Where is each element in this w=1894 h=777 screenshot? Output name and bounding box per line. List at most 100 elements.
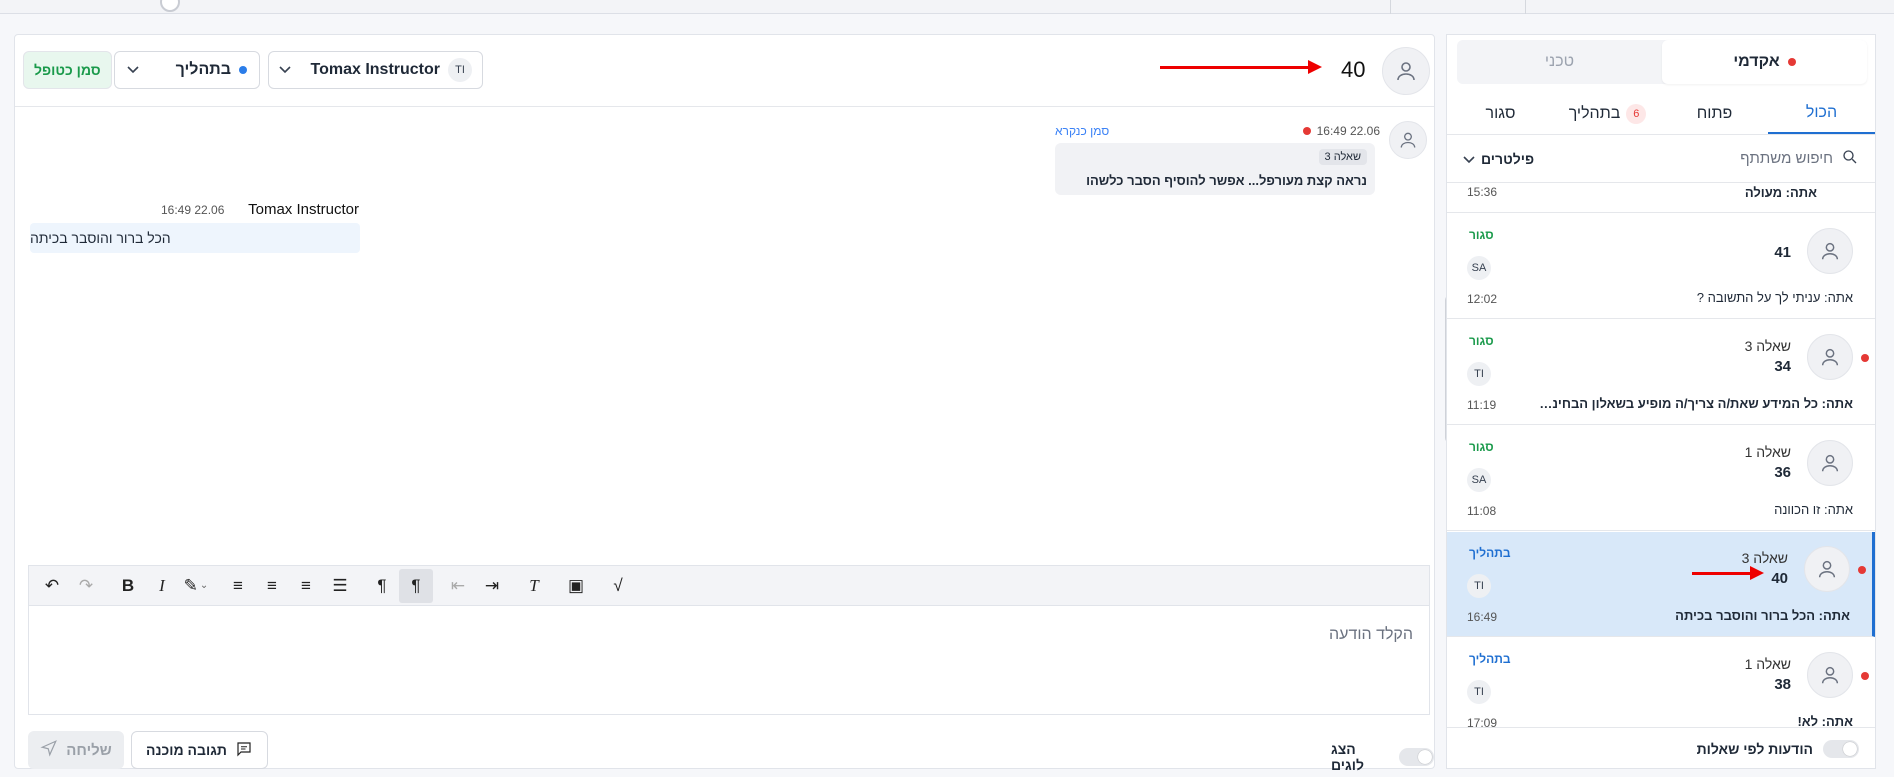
item-time: 11:08 — [1467, 504, 1497, 518]
canned-response-button[interactable]: תגובה מוכנה — [131, 731, 268, 769]
item-time: 11:19 — [1467, 398, 1497, 412]
item-preview: אתה: הכל ברור והוסבר בכיתה — [1675, 608, 1850, 623]
filters-label: פילטרים — [1481, 150, 1535, 167]
list-item-selected[interactable]: שאלה 3 40 בתהליך TI 16:49 אתה: הכל ברור … — [1447, 532, 1875, 637]
status-badge: סגור — [1469, 228, 1494, 242]
show-logs-toggle[interactable]: הצג לוגים — [1331, 741, 1434, 773]
list-item[interactable]: 41 סגור SA 12:02 אתה: עניתי לך על התשובה… — [1447, 214, 1875, 319]
message-editor[interactable]: הקלד הודעה — [28, 605, 1430, 715]
tab-in-progress[interactable]: בתהליך 6 — [1554, 93, 1661, 134]
image-icon[interactable]: ▣ — [559, 569, 593, 603]
search-input[interactable]: חיפוש משתתף — [1740, 148, 1859, 170]
item-preview: אתה: מעולה — [1744, 185, 1817, 200]
segment-academic[interactable]: אקדמי — [1662, 40, 1867, 84]
item-initials: SA — [1467, 468, 1491, 492]
status-dot — [239, 66, 247, 74]
conversations-sidebar: טכני אקדמי הכול פתוח בתהליך 6 סגור פילטר… — [1446, 34, 1876, 769]
item-initials: TI — [1467, 362, 1491, 386]
redo-icon[interactable]: ↷ — [69, 569, 103, 603]
unread-dot — [1861, 672, 1869, 680]
list-item[interactable]: 15:36 אתה: מעולה — [1447, 185, 1875, 213]
user-avatar-icon — [1804, 546, 1850, 592]
list-item[interactable]: שאלה 3 34 סגור TI 11:19 אתה: כל המידע שא… — [1447, 320, 1875, 425]
formula-icon[interactable]: √ — [601, 569, 635, 603]
incoming-message: שאלה 3 נראה קצת מעורפל... אפשר להוסיף הס… — [1055, 143, 1375, 195]
undo-icon[interactable]: ↶ — [35, 569, 69, 603]
chevron-down-icon — [1463, 151, 1475, 167]
item-time: 12:02 — [1467, 292, 1498, 306]
conversation-list: 15:36 אתה: מעולה 41 סגור SA 12:02 אתה: ע… — [1447, 185, 1875, 727]
thread-number: 40 — [1341, 57, 1366, 82]
tab-in-progress-label: בתהליך — [1568, 104, 1621, 122]
align-right-icon[interactable]: ≡ — [289, 569, 323, 603]
message-time-wrap: 16:49 22.06 — [1302, 124, 1380, 138]
item-time: 17:09 — [1467, 716, 1498, 727]
editor-placeholder: הקלד הודעה — [1329, 626, 1413, 643]
outdent-icon[interactable]: ⇤ — [441, 569, 475, 603]
chat-panel: סמן כטופל בתהליך Tomax Instructor TI 40 … — [14, 34, 1435, 773]
clear-format-icon[interactable]: T — [517, 569, 551, 603]
user-avatar-icon — [1807, 440, 1853, 486]
item-preview: אתה: זו הכוונה — [1774, 502, 1853, 517]
assignee-initials: TI — [448, 58, 472, 82]
search-row: פילטרים חיפוש משתתף — [1447, 135, 1875, 183]
segment-technical[interactable]: טכני — [1457, 40, 1662, 84]
annotation-arrow — [1160, 60, 1322, 74]
question-tag: שאלה 3 — [1318, 149, 1367, 165]
mark-read-link[interactable]: סמן כנקרא — [1055, 124, 1109, 138]
group-by-question-switch[interactable] — [1823, 739, 1859, 758]
rtl-icon[interactable]: ¶ — [399, 568, 433, 603]
user-avatar-icon — [1382, 47, 1430, 95]
italic-icon[interactable]: I — [145, 569, 179, 603]
segment-academic-label: אקדמי — [1733, 53, 1780, 70]
item-question: שאלה 1 — [1744, 656, 1791, 672]
status-badge: סגור — [1469, 334, 1494, 348]
align-left-icon[interactable]: ≡ — [221, 569, 255, 603]
item-initials: SA — [1467, 256, 1491, 280]
message-meta: סמן כנקרא 16:49 22.06 — [1055, 123, 1380, 139]
message-time: 16:49 22.06 — [1316, 124, 1380, 138]
ltr-icon[interactable]: ¶ — [365, 569, 399, 603]
list-item[interactable]: שאלה 1 36 סגור SA 11:08 אתה: זו הכוונה — [1447, 426, 1875, 531]
filters-button[interactable]: פילטרים — [1463, 151, 1534, 167]
align-center-icon[interactable]: ≡ — [255, 569, 289, 603]
unread-dot — [1787, 58, 1796, 66]
message-text: נראה קצת מעורפל... אפשר להוסיף הסבר כלשה… — [1086, 173, 1367, 188]
search-placeholder: חיפוש משתתף — [1740, 150, 1833, 167]
mark-handled-button[interactable]: סמן כטופל — [23, 51, 112, 89]
message-time: 16:49 22.06 — [161, 202, 225, 217]
editor-toolbar: ↶ ↷ B I ✎ ⌄ ≡ ≡ ≡ ☰ ¶ ¶ ⇤ ⇥ T ▣ √ — [28, 565, 1430, 605]
align-justify-icon[interactable]: ☰ — [323, 569, 357, 603]
chat-header: סמן כטופל בתהליך Tomax Instructor TI 40 — [15, 35, 1434, 107]
user-avatar-icon — [1807, 652, 1853, 698]
highlight-icon[interactable]: ✎ ⌄ — [179, 569, 213, 603]
item-preview: אתה: כל המידע שאת/ה צריך/ה מופיע בשאלון … — [1533, 396, 1853, 411]
send-icon — [40, 739, 58, 761]
bold-icon[interactable]: B — [111, 569, 145, 603]
item-number: 38 — [1774, 676, 1791, 693]
tab-open[interactable]: פתוח — [1661, 93, 1768, 134]
chat-bubble-icon — [235, 740, 253, 761]
annotation-arrow — [1692, 566, 1764, 580]
count-badge: 6 — [1626, 103, 1647, 124]
status-badge: בתהליך — [1469, 546, 1511, 560]
status-label: בתהליך — [175, 61, 231, 78]
indent-icon[interactable]: ⇥ — [475, 569, 509, 603]
assignee-dropdown[interactable]: Tomax Instructor TI — [268, 51, 483, 89]
chevron-down-icon — [127, 63, 139, 77]
tab-all[interactable]: הכול — [1768, 93, 1875, 134]
item-number: 40 — [1771, 570, 1788, 587]
tab-closed[interactable]: סגור — [1447, 93, 1554, 134]
logs-switch[interactable] — [1398, 748, 1434, 766]
unread-dot — [1858, 566, 1866, 574]
assignee-name: Tomax Instructor — [310, 61, 441, 78]
item-preview: אתה: לא! — [1797, 714, 1853, 727]
group-by-question-label: הודעות לפי שאלות — [1696, 740, 1813, 757]
unread-dot — [1302, 127, 1311, 135]
divider — [1390, 0, 1391, 14]
status-dropdown[interactable]: בתהליך — [114, 51, 260, 89]
chevron-down-icon — [279, 61, 291, 79]
user-avatar-icon — [1807, 334, 1853, 380]
send-button[interactable]: שליחה — [28, 731, 124, 769]
list-item[interactable]: שאלה 1 38 בתהליך TI 17:09 אתה: לא! — [1447, 638, 1875, 727]
